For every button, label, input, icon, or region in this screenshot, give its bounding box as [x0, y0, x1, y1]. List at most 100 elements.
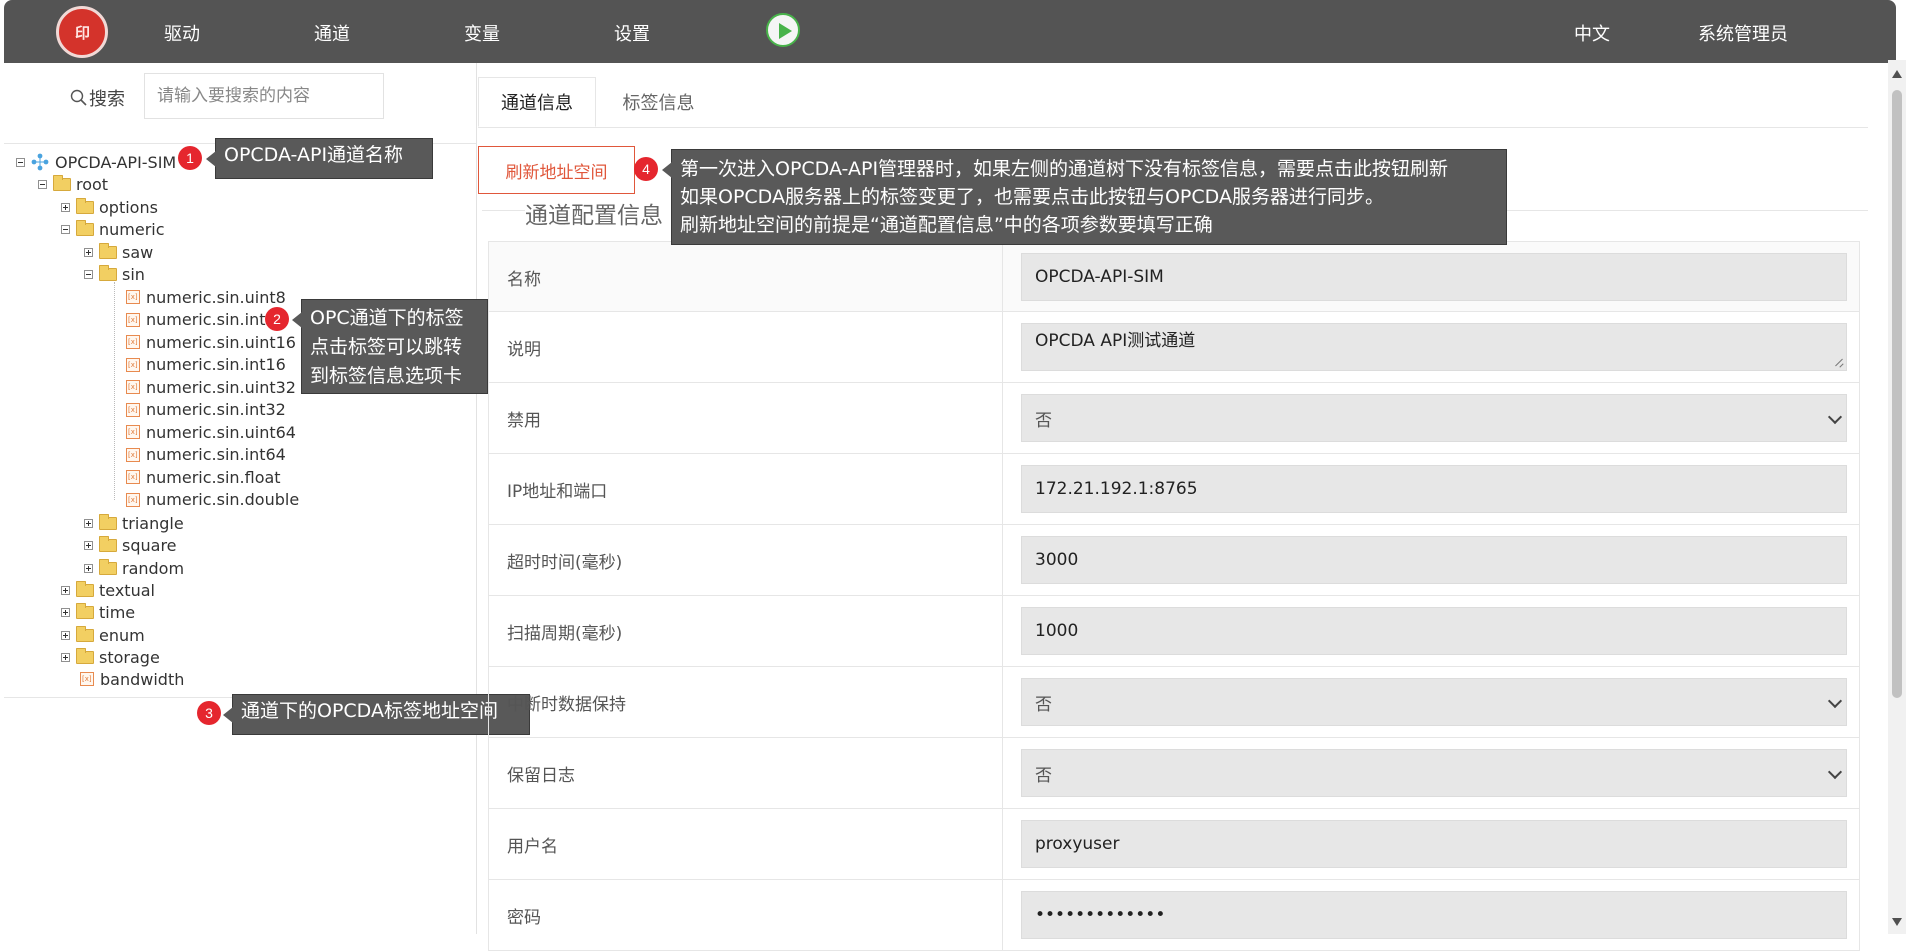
callout-3-text: 通道下的OPCDA标签地址空间	[241, 700, 498, 722]
tree-tag-node[interactable]: numeric.sin.int32	[126, 399, 286, 421]
language-switch[interactable]: 中文	[1574, 20, 1610, 46]
expand-icon[interactable]	[84, 518, 93, 528]
tree-tag-node[interactable]: numeric.sin.uint16	[126, 331, 296, 353]
form-label: IP地址和端口	[507, 481, 608, 502]
nav-variable[interactable]: 变量	[464, 20, 500, 46]
tree-node-root[interactable]: root	[38, 173, 108, 195]
tree-label[interactable]: numeric.sin.uint64	[146, 423, 296, 442]
tree-node-storage[interactable]: storage	[61, 646, 160, 668]
tree-label[interactable]: enum	[99, 626, 145, 645]
tree-node-options[interactable]: options	[61, 196, 158, 218]
expand-icon[interactable]	[84, 540, 93, 550]
tree-label[interactable]: triangle	[122, 514, 184, 533]
resize-handle-icon[interactable]	[1835, 359, 1843, 367]
form-select[interactable]: 否	[1021, 749, 1847, 797]
tab-tag-info[interactable]: 标签信息	[596, 77, 721, 127]
tree-node-saw[interactable]: saw	[84, 241, 153, 263]
tree-label[interactable]: storage	[99, 648, 160, 667]
tab-bar: 通道信息 标签信息	[478, 77, 1868, 128]
tree-node-time[interactable]: time	[61, 601, 135, 623]
tree-label[interactable]: sin	[122, 265, 145, 284]
tree-tag-node[interactable]: numeric.sin.uint32	[126, 376, 296, 398]
form-input[interactable]: 172.21.192.1:8765	[1021, 465, 1847, 513]
tree-label[interactable]: time	[99, 603, 135, 622]
tree-node-enum[interactable]: enum	[61, 624, 145, 646]
expand-icon[interactable]	[61, 202, 70, 212]
expand-icon[interactable]	[84, 563, 93, 573]
tree-tag-node[interactable]: numeric.sin.uint64	[126, 421, 296, 443]
form-input[interactable]: 1000	[1021, 607, 1847, 655]
tree-label[interactable]: numeric.sin.uint16	[146, 333, 296, 352]
nav-channel[interactable]: 通道	[314, 20, 350, 46]
search-label-text: 搜索	[89, 89, 125, 110]
tree-node-bandwidth[interactable]: bandwidth	[80, 668, 184, 690]
tree-label[interactable]: numeric.sin.int64	[146, 445, 286, 464]
channel-name[interactable]: OPCDA-API-SIM	[55, 153, 176, 172]
nav-settings[interactable]: 设置	[614, 20, 650, 46]
tree-tag-node[interactable]: numeric.sin.int16	[126, 354, 286, 376]
tree-label[interactable]: numeric.sin.float	[146, 468, 281, 487]
expand-icon[interactable]	[61, 652, 70, 662]
tag-icon	[126, 402, 140, 417]
refresh-address-space-button[interactable]: 刷新地址空间	[478, 146, 635, 194]
tree-label[interactable]: bandwidth	[100, 670, 184, 689]
tree-node-textual[interactable]: textual	[61, 579, 155, 601]
user-menu[interactable]: 系统管理员	[1698, 20, 1788, 46]
play-button[interactable]	[766, 13, 800, 47]
password-field[interactable]: •••••••••••••	[1021, 891, 1847, 939]
form-textarea[interactable]: OPCDA API测试通道	[1021, 323, 1847, 371]
column-divider	[1002, 383, 1003, 453]
tree-node-square[interactable]: square	[84, 534, 177, 556]
tree-label[interactable]: options	[99, 198, 158, 217]
tree-node-numeric[interactable]: numeric	[61, 218, 165, 240]
tree-tag-node[interactable]: numeric.sin.int8	[126, 309, 276, 331]
tab-channel-info[interactable]: 通道信息	[478, 77, 596, 127]
scroll-down-icon[interactable]	[1892, 918, 1902, 926]
collapse-icon[interactable]	[84, 269, 93, 279]
expand-icon[interactable]	[61, 630, 70, 640]
tree-tag-node[interactable]: numeric.sin.float	[126, 466, 281, 488]
tree-label[interactable]: numeric.sin.uint8	[146, 288, 286, 307]
form-input[interactable]: 3000	[1021, 536, 1847, 584]
callout-badge-3: 3	[197, 701, 221, 725]
tree-label[interactable]: random	[122, 559, 184, 578]
tree-label[interactable]: numeric.sin.int8	[146, 310, 276, 329]
column-divider	[1002, 738, 1003, 808]
search-area: 搜索	[4, 63, 476, 144]
tree-label[interactable]: numeric.sin.int16	[146, 355, 286, 374]
tree-label[interactable]: saw	[122, 243, 153, 262]
form-select[interactable]: 否	[1021, 678, 1847, 726]
tree-label[interactable]: numeric	[99, 220, 165, 239]
tree-channel-node[interactable]: OPCDA-API-SIM	[16, 151, 176, 173]
expand-icon[interactable]	[61, 607, 70, 617]
folder-icon	[76, 647, 94, 664]
form-input[interactable]: OPCDA-API-SIM	[1021, 253, 1847, 301]
page-scrollbar[interactable]	[1888, 60, 1906, 934]
folder-icon	[53, 174, 71, 191]
tree-label[interactable]: numeric.sin.int32	[146, 400, 286, 419]
tree-tag-node[interactable]: numeric.sin.uint8	[126, 286, 286, 308]
collapse-icon[interactable]	[16, 157, 25, 167]
tree-tag-node[interactable]: numeric.sin.int64	[126, 444, 286, 466]
callout-2-line3: 到标签信息选项卡	[310, 365, 463, 387]
expand-icon[interactable]	[84, 247, 93, 257]
scroll-up-icon[interactable]	[1892, 70, 1902, 78]
scrollbar-thumb[interactable]	[1892, 90, 1902, 698]
collapse-icon[interactable]	[38, 179, 47, 189]
tree-label[interactable]: textual	[99, 581, 155, 600]
tree-node-random[interactable]: random	[84, 557, 184, 579]
tree-label[interactable]: square	[122, 536, 177, 555]
collapse-icon[interactable]	[61, 224, 70, 234]
tree-tag-node[interactable]: numeric.sin.double	[126, 489, 299, 511]
tag-icon	[126, 335, 140, 349]
tree-label[interactable]: numeric.sin.double	[146, 490, 299, 509]
tree-label[interactable]: root	[76, 175, 108, 194]
tree-node-triangle[interactable]: triangle	[84, 512, 184, 534]
expand-icon[interactable]	[61, 585, 70, 595]
tree-label[interactable]: numeric.sin.uint32	[146, 378, 296, 397]
search-input[interactable]	[144, 73, 384, 119]
form-input[interactable]: proxyuser	[1021, 820, 1847, 868]
nav-driver[interactable]: 驱动	[164, 20, 200, 46]
form-select[interactable]: 否	[1021, 394, 1847, 442]
field-value: OPCDA-API-SIM	[1035, 267, 1164, 287]
